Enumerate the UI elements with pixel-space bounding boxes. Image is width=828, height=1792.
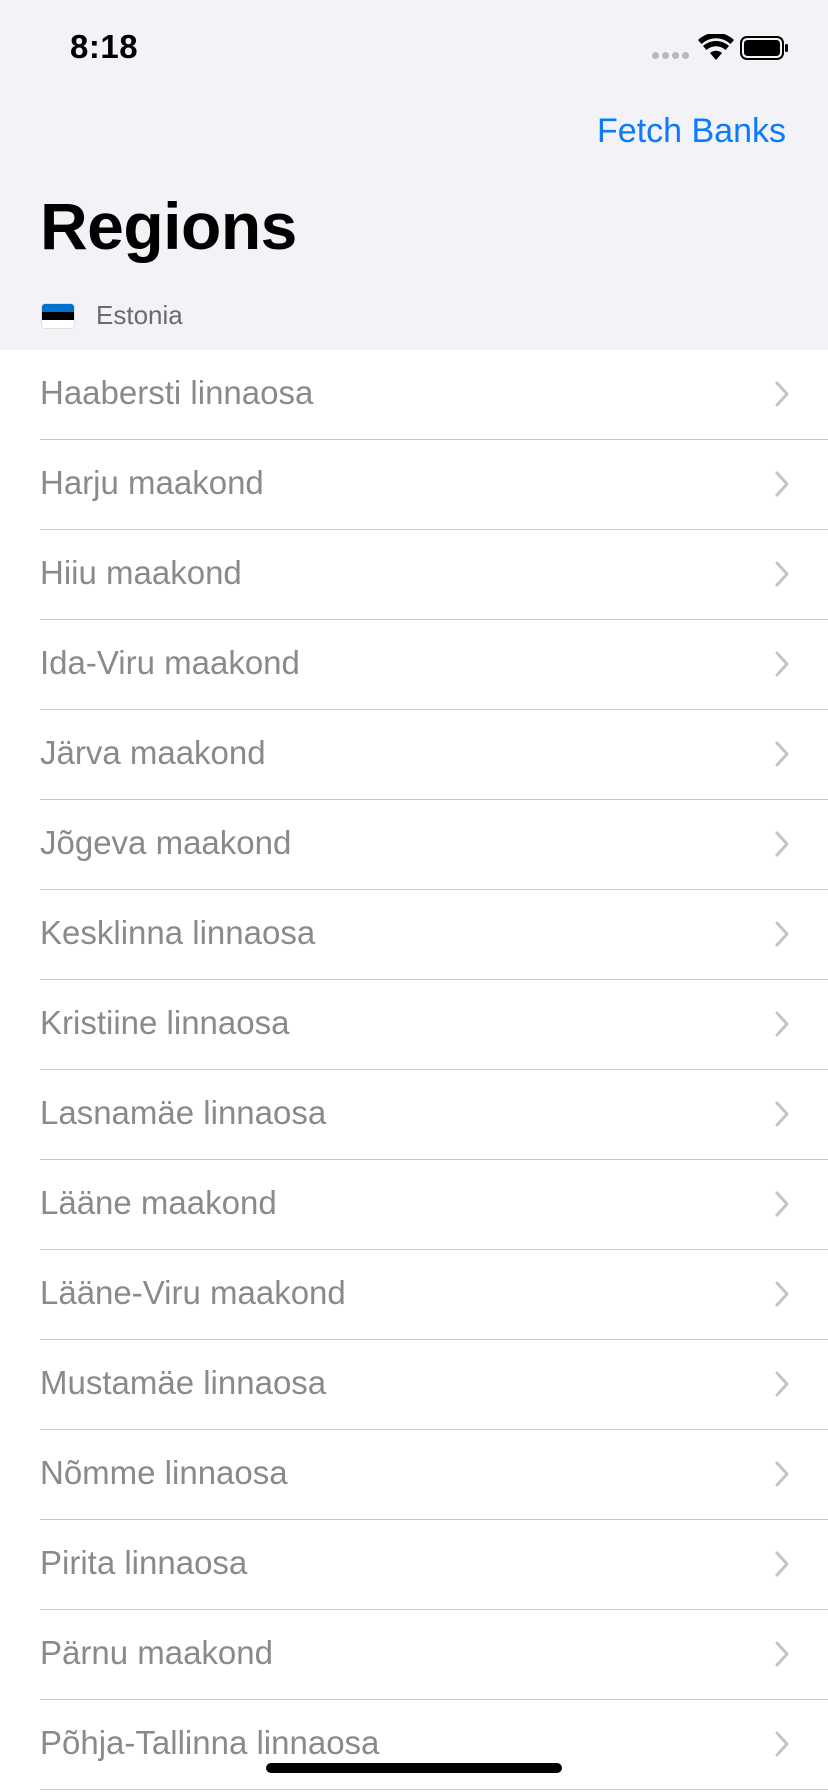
chevron-right-icon xyxy=(775,1101,789,1127)
fetch-banks-button[interactable]: Fetch Banks xyxy=(597,112,786,151)
region-label: Kristiine linnaosa xyxy=(40,1004,290,1041)
region-row[interactable]: Pärnu maakond xyxy=(40,1610,828,1700)
region-row[interactable]: Ida-Viru maakond xyxy=(40,620,828,710)
region-label: Ida-Viru maakond xyxy=(40,644,300,681)
region-label: Kesklinna linnaosa xyxy=(40,914,316,951)
regions-list: Haabersti linnaosa Harju maakond Hiiu ma… xyxy=(0,350,828,1790)
chevron-right-icon xyxy=(775,1011,789,1037)
region-label: Põhja-Tallinna linnaosa xyxy=(40,1724,380,1761)
country-header: Estonia xyxy=(42,300,183,331)
chevron-right-icon xyxy=(775,1641,789,1667)
chevron-right-icon xyxy=(775,921,789,947)
region-label: Pirita linnaosa xyxy=(40,1544,248,1581)
chevron-right-icon xyxy=(775,471,789,497)
country-label: Estonia xyxy=(96,300,183,330)
chevron-right-icon xyxy=(775,381,789,407)
region-label: Jõgeva maakond xyxy=(40,824,292,861)
chevron-right-icon xyxy=(775,831,789,857)
battery-icon xyxy=(740,36,788,60)
chevron-right-icon xyxy=(775,1461,789,1487)
region-row[interactable]: Lasnamäe linnaosa xyxy=(40,1070,828,1160)
region-label: Järva maakond xyxy=(40,734,266,771)
region-label: Lääne-Viru maakond xyxy=(40,1274,346,1311)
region-label: Hiiu maakond xyxy=(40,554,242,591)
chevron-right-icon xyxy=(775,1731,789,1757)
wifi-icon xyxy=(698,34,734,60)
region-row[interactable]: Lääne-Viru maakond xyxy=(40,1250,828,1340)
region-label: Lääne maakond xyxy=(40,1184,277,1221)
region-row[interactable]: Põhja-Tallinna linnaosa xyxy=(40,1700,828,1790)
region-row[interactable]: Järva maakond xyxy=(40,710,828,800)
region-row[interactable]: Hiiu maakond xyxy=(40,530,828,620)
page-title: Regions xyxy=(40,189,297,263)
region-label: Nõmme linnaosa xyxy=(40,1454,288,1491)
region-label: Lasnamäe linnaosa xyxy=(40,1094,327,1131)
region-row[interactable]: Kesklinna linnaosa xyxy=(40,890,828,980)
region-row[interactable]: Harju maakond xyxy=(40,440,828,530)
region-label: Pärnu maakond xyxy=(40,1634,273,1671)
chevron-right-icon xyxy=(775,1281,789,1307)
cellular-signal-icon xyxy=(652,52,689,59)
chevron-right-icon xyxy=(775,741,789,767)
status-time: 8:18 xyxy=(70,28,139,65)
region-row[interactable]: Nõmme linnaosa xyxy=(40,1430,828,1520)
region-row[interactable]: Kristiine linnaosa xyxy=(40,980,828,1070)
chevron-right-icon xyxy=(775,1551,789,1577)
region-label: Harju maakond xyxy=(40,464,264,501)
region-label: Mustamäe linnaosa xyxy=(40,1364,327,1401)
navigation-bar: Fetch Banks Regions Estonia xyxy=(0,96,828,351)
chevron-right-icon xyxy=(775,651,789,677)
region-row[interactable]: Haabersti linnaosa xyxy=(40,350,828,440)
region-row[interactable]: Jõgeva maakond xyxy=(40,800,828,890)
region-row[interactable]: Pirita linnaosa xyxy=(40,1520,828,1610)
home-indicator[interactable] xyxy=(266,1763,562,1773)
chevron-right-icon xyxy=(775,1191,789,1217)
chevron-right-icon xyxy=(775,561,789,587)
region-label: Haabersti linnaosa xyxy=(40,374,314,411)
region-row[interactable]: Mustamäe linnaosa xyxy=(40,1340,828,1430)
estonia-flag-icon xyxy=(42,303,74,328)
chevron-right-icon xyxy=(775,1371,789,1397)
region-row[interactable]: Lääne maakond xyxy=(40,1160,828,1250)
status-bar: 8:18 xyxy=(0,0,828,96)
